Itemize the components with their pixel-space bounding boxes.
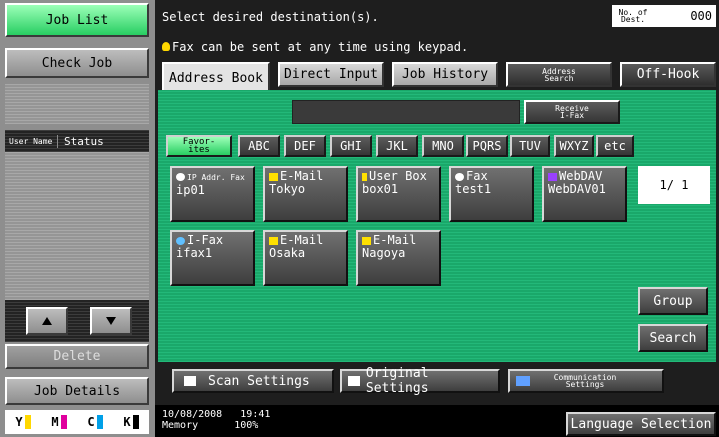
language-selection-label: Language Selection: [570, 416, 712, 432]
destination-button[interactable]: E-Mail Osaka: [263, 230, 348, 286]
index-pqrs[interactable]: PQRS: [466, 135, 508, 157]
index-etc[interactable]: etc: [596, 135, 634, 157]
search-display-field: [292, 100, 520, 124]
toner-y: Y: [15, 415, 31, 430]
language-selection-button[interactable]: Language Selection: [566, 412, 716, 436]
destination-button[interactable]: WebDAV WebDAV01: [542, 166, 627, 222]
job-details-button[interactable]: Job Details: [5, 377, 149, 405]
index-favorites[interactable]: Favor-ites: [166, 135, 232, 157]
user-name-header: User Name: [9, 136, 53, 146]
dest-count-value: 000: [690, 9, 712, 23]
email-icon: [362, 236, 371, 245]
toner-m: M: [51, 415, 67, 430]
index-jkl[interactable]: JKL: [376, 135, 418, 157]
tab-job-history-label: Job History: [401, 67, 489, 82]
communication-settings-button[interactable]: Communication Settings: [508, 369, 664, 393]
search-button[interactable]: Search: [638, 324, 708, 352]
index-mno[interactable]: MNO: [422, 135, 464, 157]
index-wxyz[interactable]: WXYZ: [554, 135, 594, 157]
arrow-up-icon: [42, 317, 52, 325]
toner-k: K: [123, 415, 139, 430]
scroll-up-button[interactable]: [26, 307, 68, 335]
left-panel: Job List Check Job User Name Status Dele…: [0, 0, 155, 437]
toner-indicator: Y M C K: [5, 410, 149, 434]
group-label: Group: [653, 293, 693, 309]
tab-direct-input[interactable]: Direct Input: [278, 62, 384, 87]
tab-address-book[interactable]: Address Book: [162, 62, 270, 92]
index-tuv[interactable]: TUV: [510, 135, 550, 157]
tab-address-search-label: Address Search: [542, 66, 576, 83]
email-icon: [269, 236, 278, 245]
tab-address-book-label: Address Book: [169, 70, 263, 86]
receive-ifax-label: Receive I-Fax: [555, 104, 589, 120]
ip-fax-icon: [176, 172, 185, 181]
destination-button[interactable]: E-Mail Nagoya: [356, 230, 441, 286]
destination-button[interactable]: User Box box01: [356, 166, 441, 222]
off-hook-label: Off-Hook: [636, 67, 700, 82]
job-details-label: Job Details: [33, 383, 121, 399]
off-hook-button[interactable]: Off-Hook: [620, 62, 716, 87]
delete-label: Delete: [53, 349, 101, 364]
bulb-icon: [162, 42, 170, 51]
search-label: Search: [649, 330, 697, 346]
group-button[interactable]: Group: [638, 287, 708, 315]
ifax-icon: [176, 236, 185, 245]
index-ghi[interactable]: GHI: [330, 135, 372, 157]
destination-button[interactable]: Fax test1: [449, 166, 534, 222]
original-settings-button[interactable]: Original Settings: [340, 366, 500, 396]
date-time-display: 10/08/2008 19:41 Memory 100%: [162, 409, 271, 431]
scan-settings-button[interactable]: Scan Settings: [172, 369, 334, 393]
address-book-panel: [158, 90, 716, 362]
check-job-button[interactable]: Check Job: [5, 48, 149, 78]
job-list-header-area: [5, 84, 149, 124]
index-abc[interactable]: ABC: [238, 135, 280, 157]
delete-button[interactable]: Delete: [5, 344, 149, 369]
check-job-label: Check Job: [41, 55, 113, 71]
page-indicator: 1/ 1: [638, 166, 710, 204]
job-list-label: Job List: [45, 12, 109, 28]
hint-message: Fax can be sent at any time using keypad…: [162, 40, 468, 54]
toner-c: C: [87, 415, 103, 430]
dest-count-label: No. of Dest.: [618, 8, 648, 24]
webdav-icon: [548, 172, 557, 181]
job-list-button[interactable]: Job List: [5, 3, 149, 37]
dest-counter: No. of Dest. 000: [612, 5, 716, 27]
tab-job-history[interactable]: Job History: [392, 62, 498, 87]
job-list-body[interactable]: [5, 152, 149, 300]
user-box-icon: [362, 172, 367, 181]
index-favorites-label: Favor-ites: [182, 137, 216, 155]
receive-ifax-button[interactable]: Receive I-Fax: [524, 100, 620, 124]
instruction-message: Select desired destination(s).: [162, 10, 379, 24]
index-def[interactable]: DEF: [284, 135, 326, 157]
scroll-down-button[interactable]: [90, 307, 132, 335]
status-header: Status: [57, 134, 104, 148]
arrow-down-icon: [106, 317, 116, 325]
email-icon: [269, 172, 278, 181]
original-icon: [348, 376, 360, 386]
tab-direct-input-label: Direct Input: [284, 67, 378, 82]
fax-icon: [455, 172, 464, 181]
destination-button[interactable]: IP Addr. Fax ip01: [170, 166, 255, 222]
destination-button[interactable]: I-Fax ifax1: [170, 230, 255, 286]
destination-button[interactable]: E-Mail Tokyo: [263, 166, 348, 222]
communication-icon: [516, 376, 530, 386]
job-table-header: User Name Status: [5, 130, 149, 152]
scan-icon: [184, 376, 196, 386]
tab-address-search[interactable]: Address Search: [506, 62, 612, 87]
